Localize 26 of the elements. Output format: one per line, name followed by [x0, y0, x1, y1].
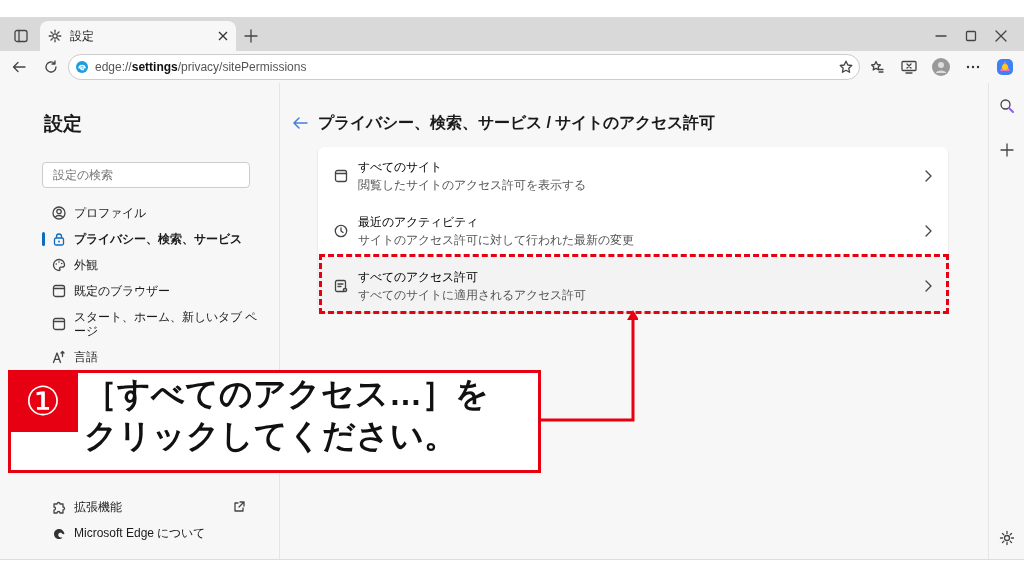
sidebar-item[interactable]: 言語 — [42, 343, 265, 370]
browser-tab[interactable]: 設定 — [40, 21, 236, 51]
url-text: edge://settings/privacy/sitePermissions — [95, 59, 308, 76]
step-number: ① — [8, 370, 78, 432]
sidebar-item[interactable]: Microsoft Edge について — [42, 519, 265, 546]
sidebar-item[interactable]: スタート、ホーム、新しいタブ ページ — [42, 303, 265, 344]
row-description: 閲覧したサイトのアクセス許可を表示する — [358, 178, 587, 192]
search-field[interactable]: 設定の検索 — [42, 161, 250, 188]
row-description: サイトのアクセス許可に対して行われた最新の変更 — [358, 233, 635, 247]
settings-row[interactable]: すべてのサイト 閲覧したサイトのアクセス許可を表示する — [318, 147, 948, 202]
settings-row[interactable]: 最近のアクティビティ サイトのアクセス許可に対して行われた最新の変更 — [318, 202, 948, 257]
row-description: すべてのサイトに適用されるアクセス許可 — [358, 288, 587, 302]
sidebar-item[interactable]: プライバシー、検索、サービス — [42, 225, 265, 252]
callout-text: ［すべてのアクセス…］を — [84, 374, 489, 414]
row-title: すべてのアクセス許可 — [358, 269, 479, 285]
sidebar-item[interactable]: 既定のブラウザー — [42, 277, 265, 304]
row-title: すべてのサイト — [358, 159, 443, 175]
sidebar-item[interactable]: 外観 — [42, 251, 265, 278]
row-title: 最近のアクティビティ — [358, 214, 479, 230]
page-heading: プライバシー、検索、サービス / サイトのアクセス許可 — [318, 113, 716, 133]
settings-row[interactable]: すべてのアクセス許可 すべてのサイトに適用されるアクセス許可 — [318, 257, 948, 312]
address-bar[interactable]: edge://settings/privacy/sitePermissions — [68, 54, 860, 80]
sidebar-item[interactable]: 拡張機能 — [42, 493, 265, 520]
callout-text: クリックしてください。 — [84, 416, 458, 457]
settings-heading: 設定 — [44, 113, 83, 136]
sidebar-item[interactable]: プロファイル — [42, 199, 265, 226]
